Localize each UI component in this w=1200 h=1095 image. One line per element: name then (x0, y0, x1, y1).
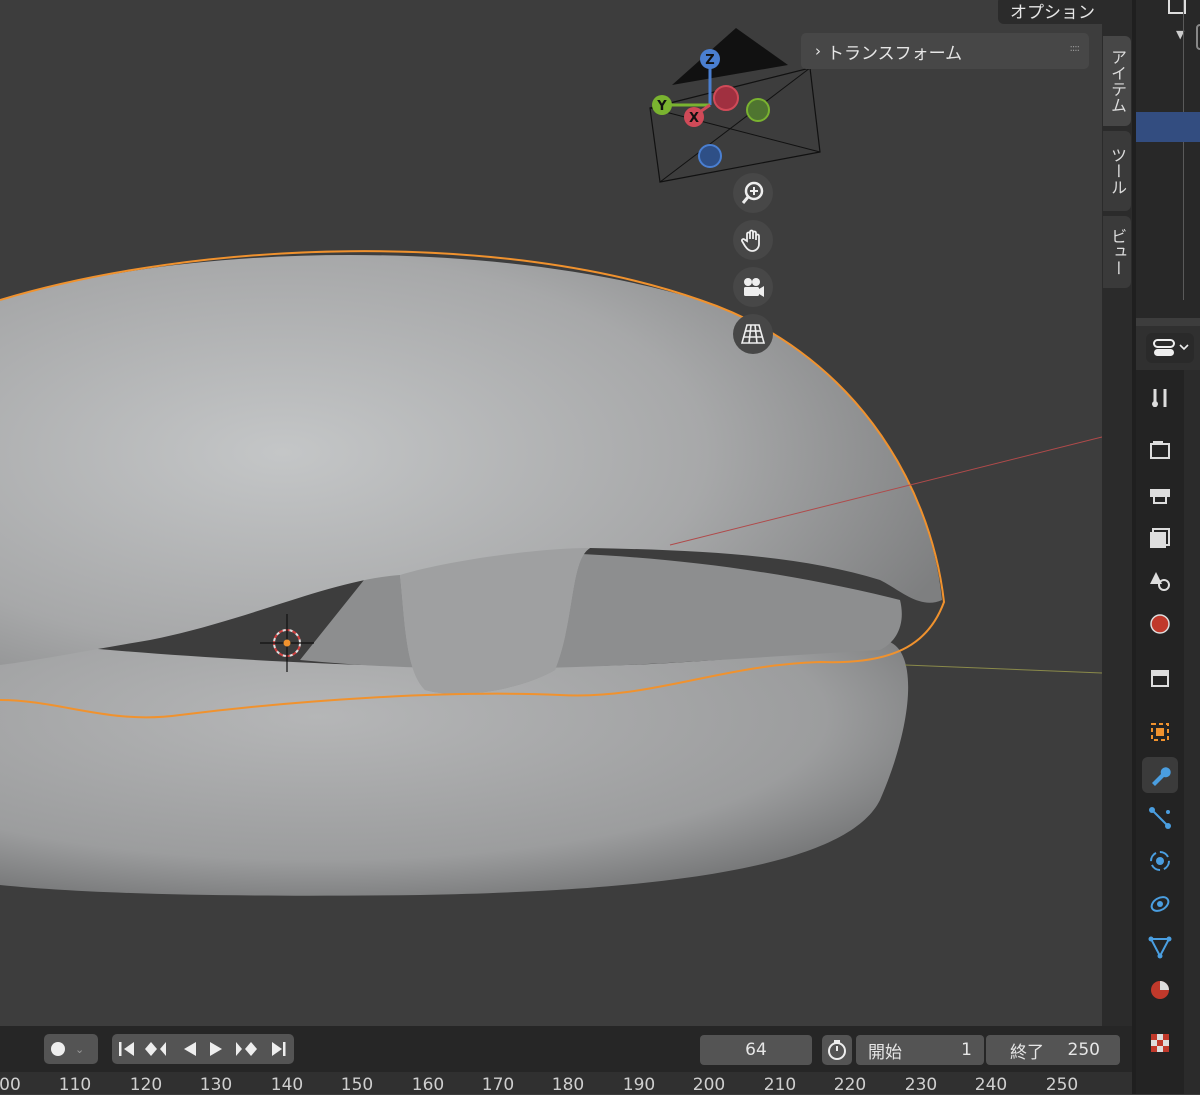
playback-controls (112, 1034, 294, 1064)
ruler-tick: 230 (904, 1075, 938, 1095)
jump-end-icon (272, 1042, 282, 1056)
physics-icon[interactable] (1142, 843, 1178, 879)
material-icon[interactable] (1142, 972, 1178, 1008)
jump-start-icon (119, 1042, 122, 1056)
properties-editor (1136, 326, 1200, 1094)
play-reverse-icon (184, 1042, 196, 1056)
hand-pan-icon[interactable] (733, 220, 773, 260)
start-value: 1 (961, 1040, 972, 1060)
render-icon[interactable] (1142, 432, 1178, 468)
transform-label: トランスフォーム (827, 43, 963, 64)
data-icon[interactable] (1142, 929, 1178, 965)
options-dropdown[interactable]: オプション ⌄ (998, 0, 1102, 24)
constraints-icon[interactable] (1142, 886, 1178, 922)
particles-icon[interactable] (1142, 800, 1178, 836)
output-icon[interactable] (1142, 477, 1178, 513)
modifier-icon[interactable] (1142, 757, 1178, 793)
ruler-tick: 210 (763, 1075, 797, 1095)
tab-view[interactable]: ビュー (1103, 216, 1131, 288)
gizmo-x-label: X (689, 111, 699, 126)
gizmo-z-label: Z (705, 53, 714, 68)
frame-ruler[interactable]: 00 110 120 130 140 150 160 170 180 190 2… (0, 1072, 1132, 1095)
outliner-panel[interactable]: ▼ (1136, 0, 1200, 318)
transform-panel-header[interactable]: › トランスフォーム :::: (801, 33, 1089, 69)
ruler-tick: 00 (0, 1075, 21, 1095)
end-frame-field[interactable]: 終了 250 (986, 1035, 1120, 1065)
collection-props-icon[interactable] (1142, 660, 1178, 696)
tab-item[interactable]: アイテム (1103, 36, 1131, 126)
properties-header (1136, 326, 1200, 370)
ruler-tick: 220 (833, 1075, 867, 1095)
timeline-header: ⌄ 64 開始 1 終了 250 (0, 1026, 1132, 1072)
world-icon[interactable] (1142, 606, 1178, 642)
ruler-tick: 190 (622, 1075, 656, 1095)
scroll-handle[interactable] (1196, 24, 1200, 50)
y-axis-line (904, 664, 1102, 674)
tool-icon[interactable] (1142, 380, 1178, 416)
ruler-tick: 110 (58, 1075, 92, 1095)
next-keyframe-icon (245, 1042, 257, 1056)
ruler-tick: 240 (974, 1075, 1008, 1095)
properties-tab-column (1136, 370, 1184, 1094)
ruler-tick: 140 (270, 1075, 304, 1095)
camera-icon[interactable] (733, 267, 773, 307)
scene-canvas[interactable]: Z Y X (0, 0, 1102, 1026)
editor-type-dropdown[interactable] (1146, 333, 1194, 363)
ruler-tick: 150 (340, 1075, 374, 1095)
ruler-tick: 160 (411, 1075, 445, 1095)
ruler-tick: 250 (1045, 1075, 1079, 1095)
grid-perspective-icon[interactable] (733, 314, 773, 354)
end-value: 250 (1067, 1040, 1100, 1060)
ruler-tick: 170 (481, 1075, 515, 1095)
view-layer-icon[interactable] (1142, 520, 1178, 556)
object-icon[interactable] (1142, 714, 1178, 750)
record-icon (51, 1042, 65, 1056)
n-panel-tabs: アイテム ツール ビュー (1102, 0, 1132, 1026)
outliner-selected-row[interactable] (1136, 112, 1200, 142)
options-label: オプション (1010, 2, 1095, 23)
current-frame-field[interactable]: 64 (700, 1035, 812, 1065)
gizmo-y-label: Y (656, 99, 667, 114)
stopwatch-icon[interactable] (822, 1035, 852, 1065)
tab-tool[interactable]: ツール (1103, 131, 1131, 211)
prev-keyframe-icon (145, 1042, 157, 1056)
scene-icon[interactable] (1142, 563, 1178, 599)
zoom-icon[interactable] (733, 173, 773, 213)
play-icon (210, 1042, 222, 1056)
drag-grip-icon[interactable]: :::: (1070, 43, 1081, 54)
end-label: 終了 (1010, 1042, 1044, 1063)
3d-viewport[interactable]: Z Y X オプション ⌄ › トランスフォーム :::: (0, 0, 1102, 1026)
ruler-tick: 200 (692, 1075, 726, 1095)
chevron-right-icon: › (815, 42, 821, 60)
keying-dropdown[interactable]: ⌄ (44, 1034, 98, 1064)
texture-icon[interactable] (1142, 1025, 1178, 1061)
start-frame-field[interactable]: 開始 1 (856, 1035, 984, 1065)
timeline-editor[interactable]: ⌄ 64 開始 1 終了 250 00 110 120 130 140 150 … (0, 1026, 1132, 1095)
start-label: 開始 (868, 1042, 902, 1063)
outliner-tree-line (1183, 0, 1184, 300)
ruler-tick: 120 (129, 1075, 163, 1095)
chevron-down-icon: ⌄ (75, 1042, 85, 1056)
ruler-tick: 180 (551, 1075, 585, 1095)
ruler-tick: 130 (199, 1075, 233, 1095)
